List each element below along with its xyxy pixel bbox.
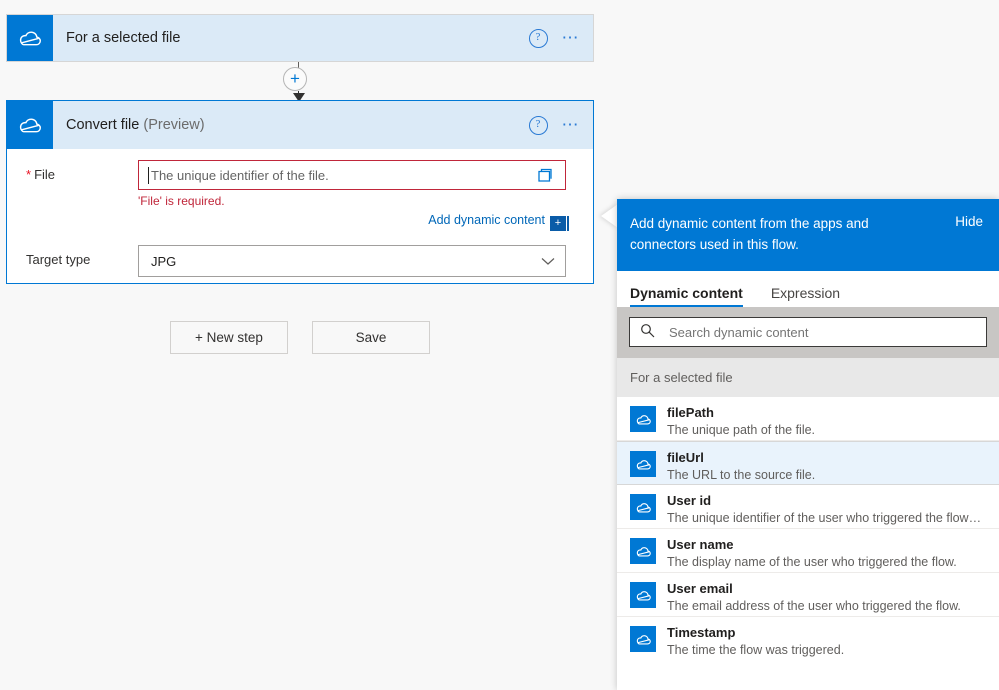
action-card-preview-tag: (Preview) xyxy=(143,117,205,133)
list-item-name: Timestamp xyxy=(667,625,736,640)
list-item-text: User email The email address of the user… xyxy=(667,581,961,614)
list-item-name: fileUrl xyxy=(667,450,704,465)
tab-dynamic-content[interactable]: Dynamic content xyxy=(630,285,743,307)
chevron-down-icon xyxy=(541,254,555,269)
hide-panel-button[interactable]: Hide xyxy=(955,213,983,229)
list-item-desc: The email address of the user who trigge… xyxy=(667,599,961,613)
list-item-desc: The unique identifier of the user who tr… xyxy=(667,511,982,525)
file-field-label-text: File xyxy=(34,167,56,182)
add-dynamic-content-button[interactable]: Add dynamic content + xyxy=(428,213,569,231)
panel-callout-arrow xyxy=(601,204,618,228)
onedrive-cloud-icon xyxy=(630,406,656,432)
action-card-actions: ? ⋯ xyxy=(528,101,582,149)
add-dynamic-content-row: Add dynamic content + xyxy=(138,208,569,231)
more-ellipsis-icon[interactable]: ⋯ xyxy=(562,29,582,46)
trigger-card[interactable]: For a selected file ? ⋯ xyxy=(6,14,594,62)
help-circle-icon[interactable]: ? xyxy=(528,28,548,48)
list-item[interactable]: User id The unique identifier of the use… xyxy=(617,485,999,529)
help-circle-icon[interactable]: ? xyxy=(528,115,548,135)
dynamic-content-panel-header-text: Add dynamic content from the apps and co… xyxy=(630,216,869,252)
target-type-label: Target type xyxy=(26,252,91,267)
action-card-body: * File The unique identifier of the file. xyxy=(7,160,593,277)
list-item-name: User email xyxy=(667,581,733,596)
action-card-title-text: Convert file xyxy=(66,117,140,133)
file-field-error: 'File' is required. xyxy=(138,194,225,208)
dynamic-content-tabs: Dynamic content Expression xyxy=(617,271,999,307)
onedrive-cloud-icon xyxy=(7,101,53,149)
dynamic-content-panel-header: Add dynamic content from the apps and co… xyxy=(617,199,999,271)
list-item[interactable]: fileUrl The URL to the source file. xyxy=(617,441,999,485)
file-field-label: * File xyxy=(7,160,138,190)
list-item[interactable]: User email The email address of the user… xyxy=(617,573,999,617)
target-type-select[interactable]: JPG xyxy=(138,245,566,277)
onedrive-cloud-icon xyxy=(630,582,656,608)
file-field-row: * File The unique identifier of the file. xyxy=(7,160,593,231)
step-connector: + xyxy=(283,62,307,102)
onedrive-cloud-icon xyxy=(630,538,656,564)
search-input[interactable] xyxy=(667,323,986,341)
file-input[interactable]: The unique identifier of the file. xyxy=(138,160,566,190)
list-item-text: User id The unique identifier of the use… xyxy=(667,493,982,526)
add-dynamic-content-plus-icon: + xyxy=(550,216,569,231)
list-item[interactable]: Timestamp The time the flow was triggere… xyxy=(617,617,999,661)
tab-expression[interactable]: Expression xyxy=(771,285,840,307)
required-asterisk: * xyxy=(26,167,32,182)
dynamic-content-search-wrap xyxy=(617,307,999,358)
onedrive-cloud-icon xyxy=(7,15,53,61)
plus-circle-icon[interactable]: + xyxy=(283,67,307,91)
list-item[interactable]: User name The display name of the user w… xyxy=(617,529,999,573)
list-item-text: Timestamp The time the flow was triggere… xyxy=(667,625,844,658)
add-dynamic-content-label: Add dynamic content xyxy=(428,213,545,227)
file-input-wrap: The unique identifier of the file. 'File… xyxy=(138,160,569,231)
dynamic-content-search-box[interactable] xyxy=(629,317,987,347)
list-item-name: User id xyxy=(667,493,712,508)
list-item-name: User name xyxy=(667,537,734,552)
trigger-card-title: For a selected file xyxy=(66,30,181,46)
new-step-button[interactable]: + New step xyxy=(170,321,288,354)
trigger-card-header: For a selected file ? ⋯ xyxy=(7,15,593,61)
dynamic-content-panel: Add dynamic content from the apps and co… xyxy=(617,199,999,690)
target-type-value: JPG xyxy=(151,253,177,269)
list-item[interactable]: filePath The unique path of the file. xyxy=(617,397,999,441)
action-card-header: Convert file (Preview) ? ⋯ xyxy=(7,101,593,149)
onedrive-cloud-icon xyxy=(630,626,656,652)
onedrive-cloud-icon xyxy=(630,451,656,477)
search-icon xyxy=(640,323,655,341)
dynamic-content-group-header: For a selected file xyxy=(617,358,999,397)
list-item-desc: The unique path of the file. xyxy=(667,423,816,437)
list-item-desc: The display name of the user who trigger… xyxy=(667,555,957,569)
folder-picker-icon[interactable] xyxy=(538,167,556,186)
flow-designer-canvas: For a selected file ? ⋯ + Convert file (… xyxy=(0,0,615,690)
dynamic-content-list: filePath The unique path of the file. fi… xyxy=(617,397,999,661)
list-item-name: filePath xyxy=(667,405,714,420)
trigger-card-actions: ? ⋯ xyxy=(528,15,582,61)
list-item-desc: The time the flow was triggered. xyxy=(667,643,845,657)
text-caret xyxy=(148,167,149,184)
action-card-title: Convert file (Preview) xyxy=(66,117,205,133)
list-item-text: filePath The unique path of the file. xyxy=(667,405,815,438)
save-button[interactable]: Save xyxy=(312,321,430,354)
onedrive-cloud-icon xyxy=(630,494,656,520)
file-input-placeholder: The unique identifier of the file. xyxy=(151,167,329,183)
list-item-text: User name The display name of the user w… xyxy=(667,537,957,570)
more-ellipsis-icon[interactable]: ⋯ xyxy=(562,116,582,133)
list-item-text: fileUrl The URL to the source file. xyxy=(667,450,815,483)
action-card-convert-file[interactable]: Convert file (Preview) ? ⋯ * File The uni… xyxy=(6,100,594,284)
list-item-desc: The URL to the source file. xyxy=(667,468,816,482)
target-type-field-row: Target type JPG xyxy=(7,245,593,277)
designer-button-row: + New step Save xyxy=(170,321,430,354)
